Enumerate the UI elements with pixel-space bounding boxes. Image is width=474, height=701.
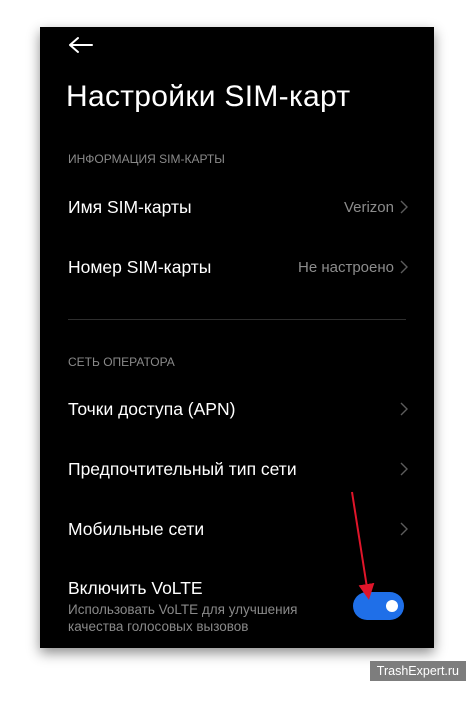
mobile-networks-label: Мобильные сети bbox=[68, 518, 205, 539]
volte-label: Включить VoLTE bbox=[68, 578, 203, 598]
sim-number-value: Не настроено bbox=[298, 258, 394, 276]
sim-number-row[interactable]: Номер SIM-карты Не настроено bbox=[68, 247, 408, 287]
sim-name-row[interactable]: Имя SIM-карты Verizon bbox=[68, 187, 408, 227]
apn-row[interactable]: Точки доступа (APN) bbox=[68, 389, 408, 429]
apn-label: Точки доступа (APN) bbox=[68, 398, 236, 419]
sim-number-label: Номер SIM-карты bbox=[68, 256, 212, 277]
section-divider bbox=[68, 319, 406, 320]
watermark: TrashExpert.ru bbox=[369, 661, 466, 681]
section-title-sim-info: ИНФОРМАЦИЯ SIM-КАРТЫ bbox=[68, 152, 225, 166]
chevron-right-icon bbox=[400, 522, 408, 536]
sim-name-value: Verizon bbox=[343, 198, 394, 216]
chevron-right-icon bbox=[400, 462, 408, 476]
preferred-network-row[interactable]: Предпочтительный тип сети bbox=[68, 449, 408, 489]
page-title: Настройки SIM-карт bbox=[66, 80, 351, 113]
volte-description: Использовать VoLTE для улучшения качеств… bbox=[68, 602, 298, 634]
phone-screen: Настройки SIM-карт ИНФОРМАЦИЯ SIM-КАРТЫ … bbox=[40, 27, 434, 648]
sim-name-label: Имя SIM-карты bbox=[68, 196, 192, 217]
mobile-networks-row[interactable]: Мобильные сети bbox=[68, 509, 408, 549]
preferred-network-label: Предпочтительный тип сети bbox=[68, 458, 297, 479]
chevron-right-icon bbox=[400, 200, 408, 214]
section-title-network: СЕТЬ ОПЕРАТОРА bbox=[68, 355, 175, 369]
chevron-right-icon bbox=[400, 260, 408, 274]
toggle-knob bbox=[386, 600, 398, 612]
chevron-right-icon bbox=[400, 402, 408, 416]
arrow-left-icon[interactable] bbox=[67, 35, 95, 55]
volte-toggle[interactable] bbox=[353, 592, 404, 620]
